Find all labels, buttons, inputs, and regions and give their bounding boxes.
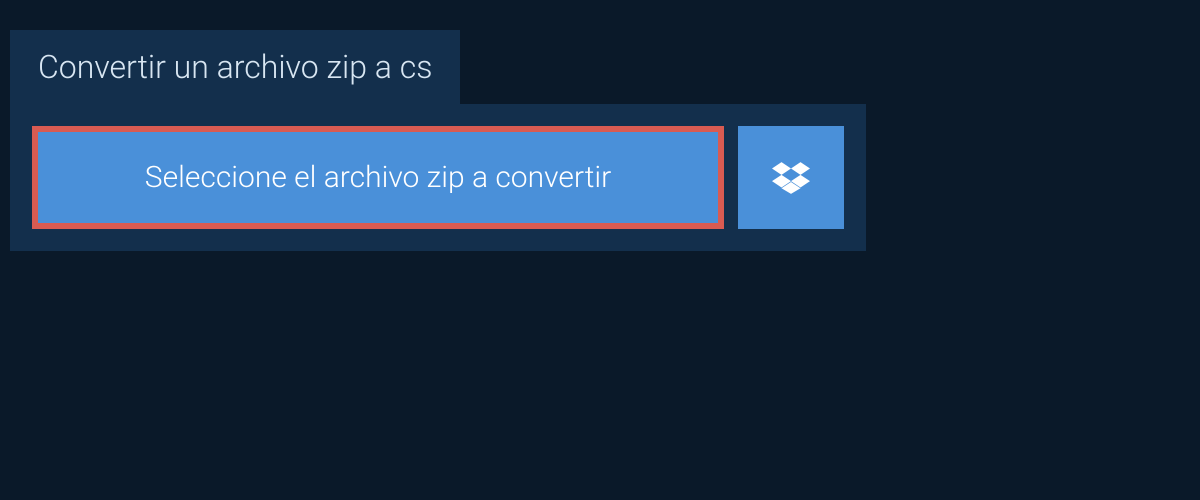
select-file-button[interactable]: Seleccione el archivo zip a convertir [32, 126, 724, 229]
select-file-label: Seleccione el archivo zip a convertir [145, 160, 611, 195]
page-title-tab: Convertir un archivo zip a cs [10, 30, 460, 104]
dropbox-button[interactable] [738, 126, 844, 229]
page-title: Convertir un archivo zip a cs [38, 48, 432, 86]
upload-panel: Seleccione el archivo zip a convertir [10, 104, 866, 251]
main-container: Convertir un archivo zip a cs Seleccione… [0, 0, 1200, 281]
dropbox-icon [772, 159, 810, 197]
